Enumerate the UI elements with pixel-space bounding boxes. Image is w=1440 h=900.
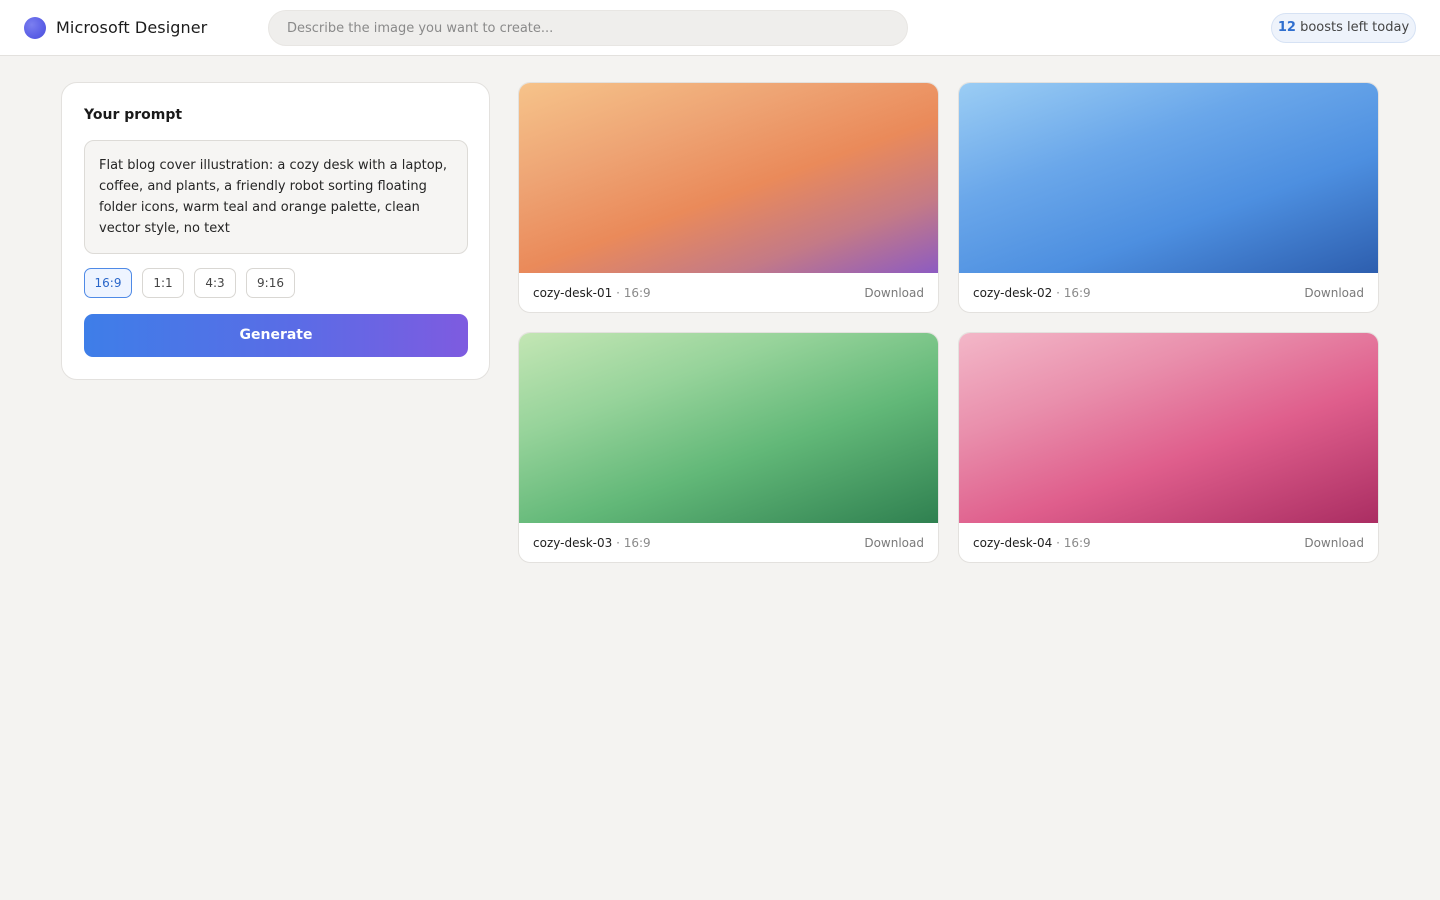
- boosts-count: 12: [1277, 20, 1296, 35]
- designer-logo-icon: [24, 17, 46, 39]
- result-ratio: · 16:9: [1056, 286, 1091, 300]
- result-card[interactable]: cozy-desk-01 · 16:9 Download: [518, 82, 939, 313]
- result-image[interactable]: [519, 83, 938, 273]
- aspect-ratio-9-16-button[interactable]: 9:16: [246, 268, 295, 298]
- result-caption: cozy-desk-04 · 16:9: [973, 536, 1091, 550]
- boosts-badge[interactable]: 12 boosts left today: [1271, 13, 1416, 43]
- result-name: cozy-desk-01: [533, 286, 613, 300]
- result-name: cozy-desk-04: [973, 536, 1053, 550]
- result-ratio: · 16:9: [1056, 536, 1091, 550]
- prompt-panel-title: Your prompt: [84, 107, 183, 123]
- result-caption: cozy-desk-03 · 16:9: [533, 536, 651, 550]
- top-bar: Microsoft Designer 12 boosts left today: [0, 0, 1440, 56]
- result-image[interactable]: [959, 333, 1378, 523]
- result-card[interactable]: cozy-desk-04 · 16:9 Download: [958, 332, 1379, 563]
- prompt-panel: Your prompt Flat blog cover illustration…: [61, 82, 490, 380]
- download-button[interactable]: Download: [864, 286, 924, 300]
- download-button[interactable]: Download: [864, 536, 924, 550]
- prompt-textarea[interactable]: Flat blog cover illustration: a cozy des…: [84, 140, 468, 254]
- boosts-label: boosts left today: [1300, 20, 1410, 35]
- download-button[interactable]: Download: [1304, 286, 1364, 300]
- app-name: Microsoft Designer: [56, 18, 208, 37]
- result-card[interactable]: cozy-desk-03 · 16:9 Download: [518, 332, 939, 563]
- generate-button[interactable]: Generate: [84, 314, 468, 357]
- result-image[interactable]: [959, 83, 1378, 273]
- result-image[interactable]: [519, 333, 938, 523]
- download-button[interactable]: Download: [1304, 536, 1364, 550]
- result-caption: cozy-desk-02 · 16:9: [973, 286, 1091, 300]
- result-ratio: · 16:9: [616, 536, 651, 550]
- result-ratio: · 16:9: [616, 286, 651, 300]
- result-caption: cozy-desk-01 · 16:9: [533, 286, 651, 300]
- result-name: cozy-desk-03: [533, 536, 613, 550]
- aspect-ratio-4-3-button[interactable]: 4:3: [194, 268, 236, 298]
- aspect-ratio-1-1-button[interactable]: 1:1: [142, 268, 184, 298]
- aspect-ratio-16-9-button[interactable]: 16:9: [84, 268, 132, 298]
- search-input[interactable]: [268, 10, 908, 46]
- result-card[interactable]: cozy-desk-02 · 16:9 Download: [958, 82, 1379, 313]
- result-name: cozy-desk-02: [973, 286, 1053, 300]
